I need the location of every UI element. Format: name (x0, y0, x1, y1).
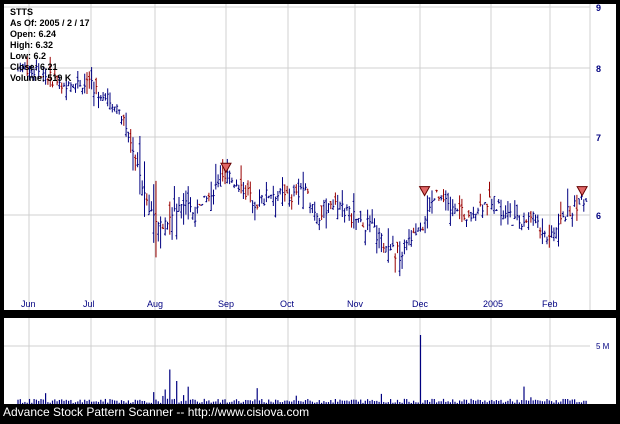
volume-label: Volume: 519 K (10, 73, 72, 83)
y-tick-label: 7 (596, 133, 601, 143)
as-of-label: As Of: 2005 / 2 / 17 (10, 18, 90, 28)
y-tick-label: 8 (596, 64, 601, 74)
quote-info: STTS As Of: 2005 / 2 / 17 Open: 6.24 Hig… (10, 7, 90, 84)
chart-svg: Jun Jul Aug Sep Oct Nov Dec 2005 Feb 6 7 8 9 5 M (4, 3, 616, 404)
close-label: Close: 6.21 (10, 62, 58, 72)
y-tick-label: 6 (596, 211, 601, 221)
high-label: High: 6.32 (10, 40, 54, 50)
x-tick-label: Feb (542, 299, 558, 309)
x-tick-label: Nov (347, 299, 364, 309)
price-panel (4, 4, 616, 310)
stock-chart: Jun Jul Aug Sep Oct Nov Dec 2005 Feb 6 7 8 9 5 M STTS… (0, 0, 620, 419)
x-tick-label: Jul (83, 299, 95, 309)
ohlc-bar (511, 224, 514, 226)
x-tick-label: 2005 (483, 299, 503, 309)
low-label: Low: 6.2 (10, 51, 47, 61)
x-tick-label: Sep (218, 299, 234, 309)
y-tick-label: 9 (596, 3, 601, 13)
footer-caption: Advance Stock Pattern Scanner -- http://… (3, 405, 310, 419)
symbol-label: STTS (10, 7, 34, 17)
volume-scale-label: 5 M (596, 342, 610, 351)
x-tick-label: Jun (21, 299, 36, 309)
x-tick-label: Oct (280, 299, 295, 309)
x-tick-label: Dec (412, 299, 429, 309)
x-tick-label: Aug (147, 299, 163, 309)
open-label: Open: 6.24 (10, 29, 57, 39)
